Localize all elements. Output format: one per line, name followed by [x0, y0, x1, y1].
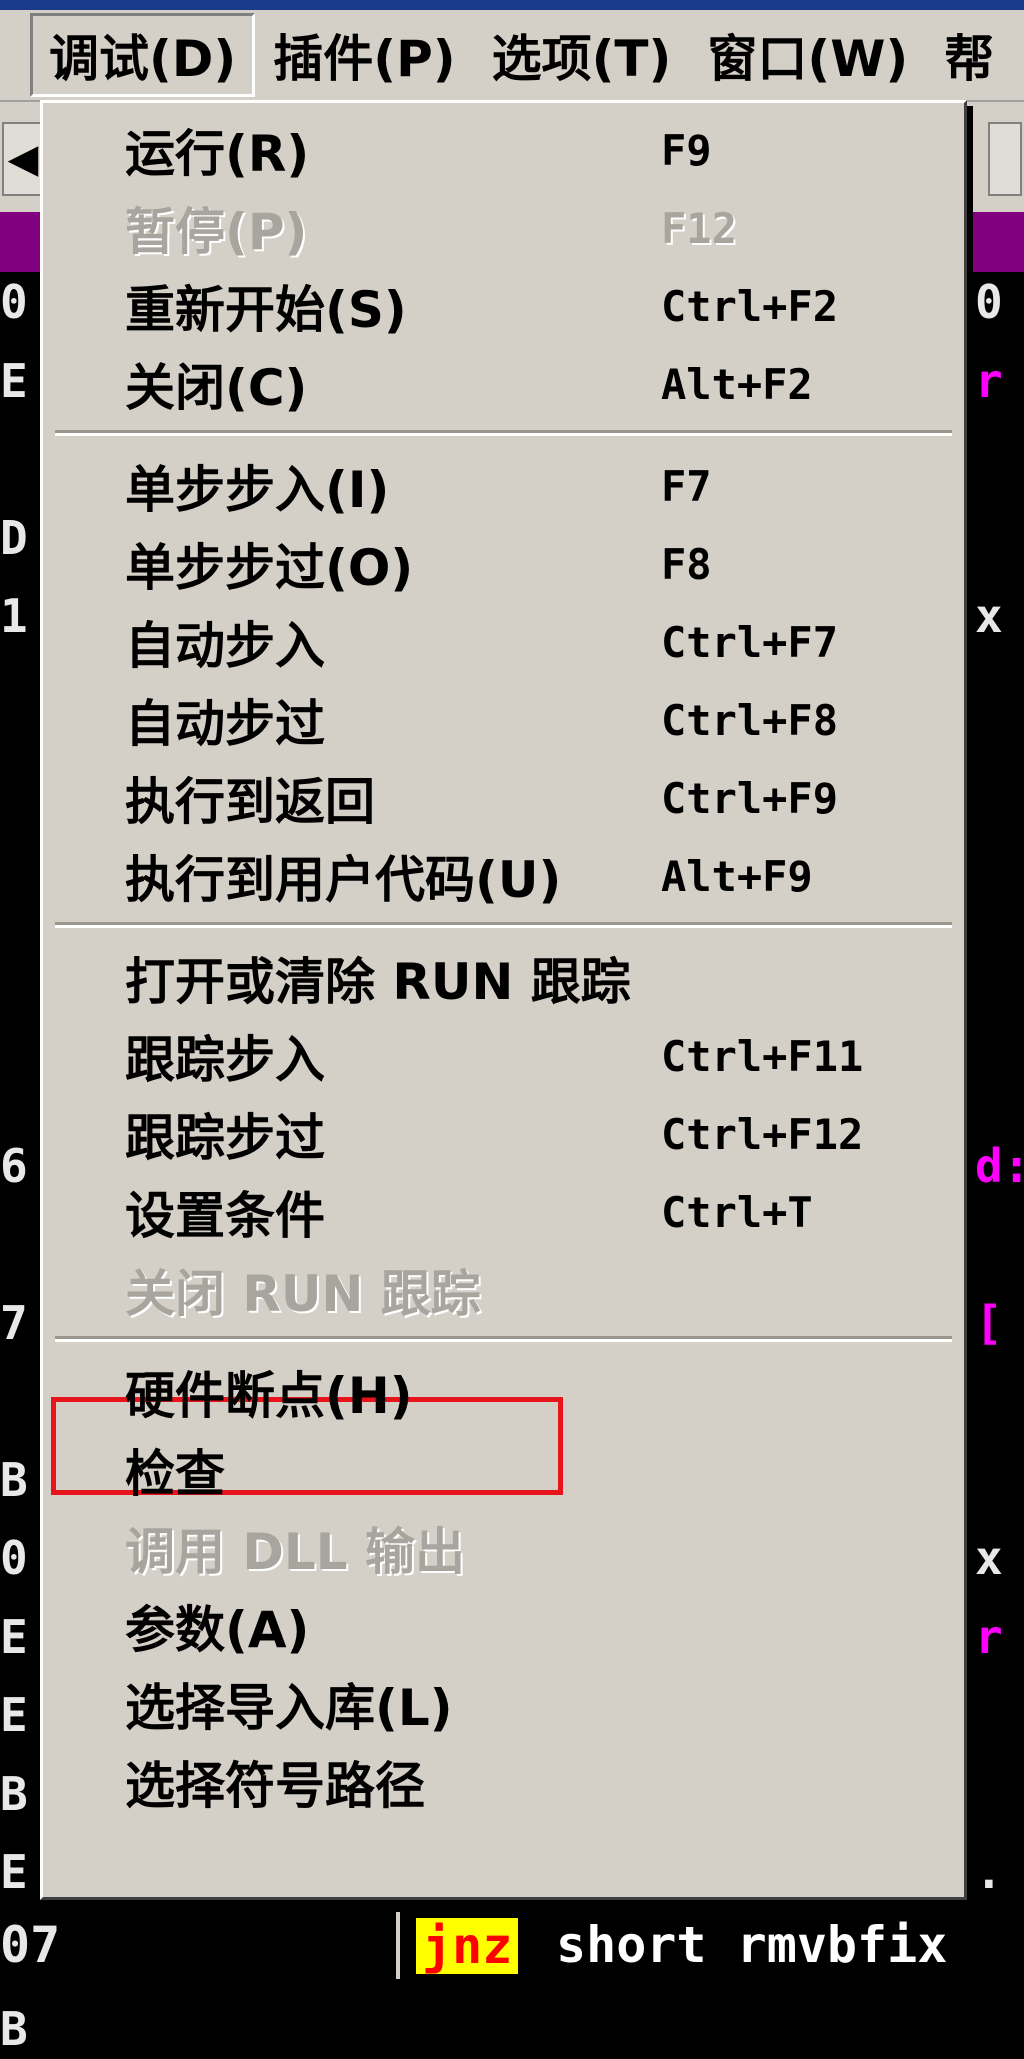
menu-window[interactable]: 窗口(W): [689, 16, 926, 94]
debug-dropdown-menu: 运行(R) F9 暂停(P) F12 重新开始(S) Ctrl+F2 关闭(C) Alt+F2…: [40, 100, 967, 1900]
menu-item[interactable]: 重新开始(S) Ctrl+F2: [43, 267, 964, 345]
disasm-left-fragment: 0: [0, 1531, 28, 1585]
menu-item-shortcut: Ctrl+F2: [661, 281, 839, 331]
menu-item-label: 自动步过: [125, 695, 325, 753]
menu-item-label: 检查: [125, 1445, 225, 1503]
disasm-left-fragment: E: [0, 1688, 28, 1742]
disasm-left-fragment: E: [0, 353, 28, 408]
menu-item[interactable]: 执行到返回 Ctrl+F9: [43, 759, 964, 837]
menu-item-label: 调用 DLL 输出: [125, 1523, 466, 1581]
menu-item-shortcut: Ctrl+F8: [661, 695, 839, 745]
menu-separator: [55, 922, 952, 928]
disasm-right-fragment: .: [975, 1845, 1003, 1899]
disasm-left-fragment: 6: [0, 1138, 28, 1193]
menu-item-label: 设置条件: [125, 1187, 325, 1245]
menu-item[interactable]: 运行(R) F9: [43, 111, 964, 189]
disasm-right-fragment: x: [975, 589, 1003, 643]
menu-item-shortcut: Ctrl+T: [661, 1187, 813, 1237]
menu-item[interactable]: 打开或清除 RUN 跟踪: [43, 939, 964, 1017]
disasm-left-fragment: 7: [0, 1295, 28, 1350]
column-divider: [396, 1912, 400, 1979]
menu-item-label: 执行到返回: [125, 773, 375, 831]
menu-item[interactable]: 单步步入(I) F7: [43, 447, 964, 525]
menu-item-label: 选择导入库(L): [125, 1679, 453, 1737]
menu-item-label: 重新开始(S): [125, 281, 407, 339]
code-mnemonic: jnz: [416, 1918, 519, 1974]
menu-item-shortcut: Alt+F9: [661, 851, 813, 901]
disasm-left-fragment: E: [0, 1609, 28, 1664]
menu-item-label: 单步步过(O): [125, 539, 414, 597]
disasm-left-fragment: E: [0, 1845, 28, 1899]
menu-item[interactable]: 自动步入 Ctrl+F7: [43, 603, 964, 681]
disasm-right-fragment: d:: [975, 1138, 1024, 1193]
menu-options[interactable]: 选项(T): [474, 16, 690, 94]
menu-item-shortcut: Ctrl+F9: [661, 773, 839, 823]
menu-item[interactable]: 暂停(P) F12: [43, 189, 964, 267]
menu-item-shortcut: Ctrl+F7: [661, 617, 839, 667]
menubar-left-edge: [0, 10, 30, 100]
menu-item[interactable]: 关闭 RUN 跟踪: [43, 1251, 964, 1329]
disasm-right-fragment: 0: [975, 275, 1003, 329]
disasm-right-fragment: r: [975, 353, 1003, 408]
menu-item[interactable]: 单步步过(O) F8: [43, 525, 964, 603]
disasm-right-fragment: x: [975, 1531, 1003, 1585]
menu-item-label: 单步步入(I): [125, 461, 390, 519]
menu-item-label: 执行到用户代码(U): [125, 851, 562, 909]
menu-item-shortcut: F9: [661, 125, 712, 175]
menu-item-label: 暂停(P): [125, 203, 308, 261]
menu-separator: [55, 1336, 952, 1342]
menu-item[interactable]: 参数(A): [43, 1587, 964, 1665]
scroll-right-button[interactable]: [988, 122, 1022, 196]
menu-item[interactable]: 自动步过 Ctrl+F8: [43, 681, 964, 759]
menu-item[interactable]: 调用 DLL 输出: [43, 1509, 964, 1587]
menu-item-label: 跟踪步入: [125, 1031, 325, 1089]
menu-item[interactable]: 检查: [43, 1431, 964, 1509]
menu-item-label: 自动步入: [125, 617, 325, 675]
menu-item-shortcut: F7: [661, 461, 712, 511]
menu-item[interactable]: 跟踪步过 Ctrl+F12: [43, 1095, 964, 1173]
menu-item[interactable]: 执行到用户代码(U) Alt+F9: [43, 837, 964, 915]
menu-item[interactable]: 选择导入库(L): [43, 1665, 964, 1743]
disasm-left-fragment: 0: [0, 275, 28, 329]
menubar: 调试(D) 插件(P) 选项(T) 窗口(W) 帮: [0, 10, 1024, 102]
code-address: 07: [0, 1916, 61, 1974]
disasm-left-fragment: D: [0, 510, 28, 565]
menu-item-shortcut: F12: [661, 203, 737, 253]
menu-plugins[interactable]: 插件(P): [255, 16, 473, 94]
menu-item-shortcut: Ctrl+F11: [661, 1031, 864, 1081]
menu-item-shortcut: F8: [661, 539, 712, 589]
disasm-left-fragment: B: [0, 1452, 28, 1507]
menu-item-shortcut: Alt+F2: [661, 359, 813, 409]
menu-item[interactable]: 硬件断点(H): [43, 1353, 964, 1431]
menu-item-label: 打开或清除 RUN 跟踪: [125, 953, 631, 1011]
disasm-left-fragment: B: [0, 1766, 28, 1821]
menu-item-label: 关闭(C): [125, 359, 308, 417]
menu-item[interactable]: 关闭(C) Alt+F2: [43, 345, 964, 423]
menu-separator: [55, 430, 952, 436]
menu-item-label: 跟踪步过: [125, 1109, 325, 1167]
window-title-bar: [0, 0, 1024, 10]
menu-item-label: 选择符号路径: [125, 1757, 425, 1815]
menu-item[interactable]: 选择符号路径: [43, 1743, 964, 1821]
scroll-left-arrow-icon[interactable]: ◀: [2, 122, 44, 196]
menu-item-shortcut: Ctrl+F12: [661, 1109, 864, 1159]
menu-help-partial[interactable]: 帮: [926, 16, 1012, 94]
menu-debug[interactable]: 调试(D): [30, 13, 256, 97]
code-line[interactable]: 07 jnz short rmvbfix: [0, 1912, 1024, 1979]
menu-item[interactable]: 跟踪步入 Ctrl+F11: [43, 1017, 964, 1095]
disasm-left-fragment: B: [0, 2002, 28, 2056]
disasm-right-fragment: [: [975, 1295, 1003, 1350]
menu-item-label: 关闭 RUN 跟踪: [125, 1265, 481, 1323]
menu-item-label: 运行(R): [125, 125, 310, 183]
disasm-right-fragment: r: [975, 1609, 1003, 1664]
menu-item[interactable]: 设置条件 Ctrl+T: [43, 1173, 964, 1251]
menu-item-label: 硬件断点(H): [125, 1367, 413, 1425]
disasm-left-fragment: 1: [0, 589, 28, 643]
menu-item-label: 参数(A): [125, 1601, 310, 1659]
code-operand: short rmvbfix: [556, 1916, 948, 1974]
